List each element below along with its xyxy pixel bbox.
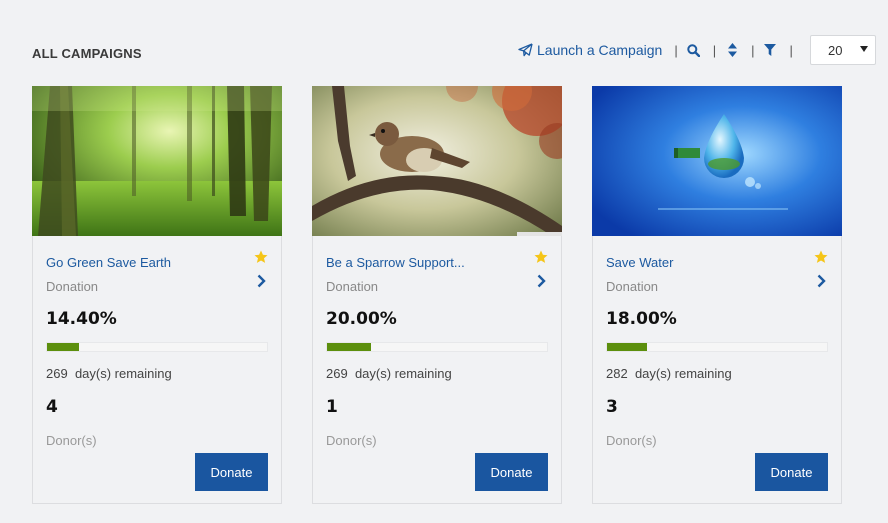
campaign-card: Be a Sparrow Support... Donation 20.00% … <box>312 86 562 504</box>
donor-label: Donor(s) <box>606 433 657 448</box>
donor-count: 3 <box>606 397 618 417</box>
days-remaining: 269 day(s) remaining <box>46 366 172 381</box>
per-page-value: 20 <box>828 42 843 58</box>
campaign-percent: 18.00% <box>606 309 677 329</box>
progress-fill <box>607 343 647 351</box>
chevron-right-icon[interactable] <box>816 274 826 288</box>
days-remaining: 269 day(s) remaining <box>326 366 452 381</box>
per-page-select[interactable]: 20 <box>810 35 876 65</box>
campaign-toolbar: Launch a Campaign | | | | <box>518 36 802 64</box>
donor-label: Donor(s) <box>326 433 377 448</box>
campaign-card: Go Green Save Earth Donation 14.40% 269 … <box>32 86 282 504</box>
days-number: 282 <box>606 366 628 381</box>
campaign-image-water[interactable] <box>592 86 842 236</box>
star-icon[interactable] <box>254 250 268 264</box>
days-label: day(s) remaining <box>74 366 172 381</box>
days-remaining: 282 day(s) remaining <box>606 366 732 381</box>
days-label: day(s) remaining <box>354 366 452 381</box>
donor-label: Donor(s) <box>46 433 97 448</box>
progress-fill <box>327 343 371 351</box>
progress-bar <box>606 342 828 352</box>
chevron-right-icon[interactable] <box>256 274 266 288</box>
toolbar-separator: | <box>674 42 678 58</box>
campaign-percent: 14.40% <box>46 309 117 329</box>
star-icon[interactable] <box>534 250 548 264</box>
campaign-percent: 20.00% <box>326 309 397 329</box>
campaign-title[interactable]: Save Water <box>606 255 673 270</box>
donate-button[interactable]: Donate <box>755 453 828 491</box>
paper-plane-icon <box>518 43 533 57</box>
page-title: ALL CAMPAIGNS <box>32 46 142 61</box>
chevron-right-icon[interactable] <box>536 274 546 288</box>
campaign-type: Donation <box>326 279 379 294</box>
donate-button[interactable]: Donate <box>195 453 268 491</box>
toolbar-separator: | <box>751 42 755 58</box>
toolbar-separator: | <box>712 42 717 58</box>
toolbar-separator: | <box>789 42 793 58</box>
launch-campaign-link[interactable]: Launch a Campaign <box>518 42 662 58</box>
donor-count: 4 <box>46 397 58 417</box>
campaign-title[interactable]: Be a Sparrow Support... <box>326 255 465 270</box>
campaign-card: Save Water Donation 18.00% 282 day(s) re… <box>592 86 842 504</box>
search-icon[interactable] <box>687 41 701 59</box>
donor-count: 1 <box>326 397 338 417</box>
days-label: day(s) remaining <box>634 366 732 381</box>
progress-bar <box>46 342 268 352</box>
campaign-type: Donation <box>46 279 99 294</box>
sort-icon[interactable] <box>725 41 739 59</box>
campaign-type: Donation <box>606 279 659 294</box>
campaign-image-forest[interactable] <box>32 86 282 236</box>
progress-bar <box>326 342 548 352</box>
days-number: 269 <box>46 366 68 381</box>
star-icon[interactable] <box>814 250 828 264</box>
caret-down-icon <box>860 46 868 52</box>
progress-fill <box>47 343 79 351</box>
filter-icon[interactable] <box>763 41 777 59</box>
days-number: 269 <box>326 366 348 381</box>
donate-button[interactable]: Donate <box>475 453 548 491</box>
campaign-image-sparrow[interactable] <box>312 86 562 236</box>
launch-campaign-label: Launch a Campaign <box>537 42 663 58</box>
campaign-title[interactable]: Go Green Save Earth <box>46 255 171 270</box>
